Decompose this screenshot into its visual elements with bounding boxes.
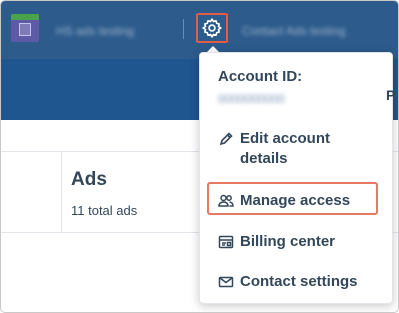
- menu-item-label: Manage access: [240, 192, 351, 209]
- truncated-header-text: P: [386, 87, 396, 103]
- envelope-icon: [218, 276, 234, 288]
- pencil-icon: [219, 132, 233, 146]
- account-avatar[interactable]: [11, 14, 39, 42]
- ads-title: Ads: [71, 169, 107, 190]
- image-icon: [19, 23, 31, 36]
- top-navigation-bar: HS ads testing Contact Ads testing: [1, 1, 398, 59]
- menu-item-billing-center[interactable]: Billing center: [218, 232, 335, 252]
- settings-button[interactable]: [196, 13, 228, 43]
- menu-item-label: Contact settings: [240, 273, 358, 290]
- gear-icon: [201, 17, 223, 39]
- column-divider: [61, 152, 62, 232]
- ads-count: 11 total ads: [71, 203, 138, 218]
- menu-item-label: Billing center: [240, 233, 336, 250]
- settings-dropdown: [199, 52, 393, 304]
- account-name[interactable]: HS ads testing: [56, 24, 171, 38]
- users-icon: [218, 194, 234, 207]
- menu-item-contact-settings[interactable]: Contact settings: [218, 272, 358, 292]
- menu-item-manage-access[interactable]: Manage access: [218, 191, 350, 211]
- avatar-graphic: [11, 14, 39, 20]
- billing-icon: [218, 235, 234, 249]
- account-switcher[interactable]: Contact Ads testing: [242, 24, 372, 38]
- nav-divider: [183, 19, 184, 39]
- account-id-value: 0000000000: [218, 92, 285, 106]
- app-window: HS ads testing Contact Ads testing Ads 1…: [0, 0, 399, 313]
- menu-item-edit-account-details[interactable]: Edit account details: [218, 129, 368, 169]
- menu-item-label: Edit account details: [240, 130, 331, 167]
- account-id-label: Account ID:: [218, 68, 303, 85]
